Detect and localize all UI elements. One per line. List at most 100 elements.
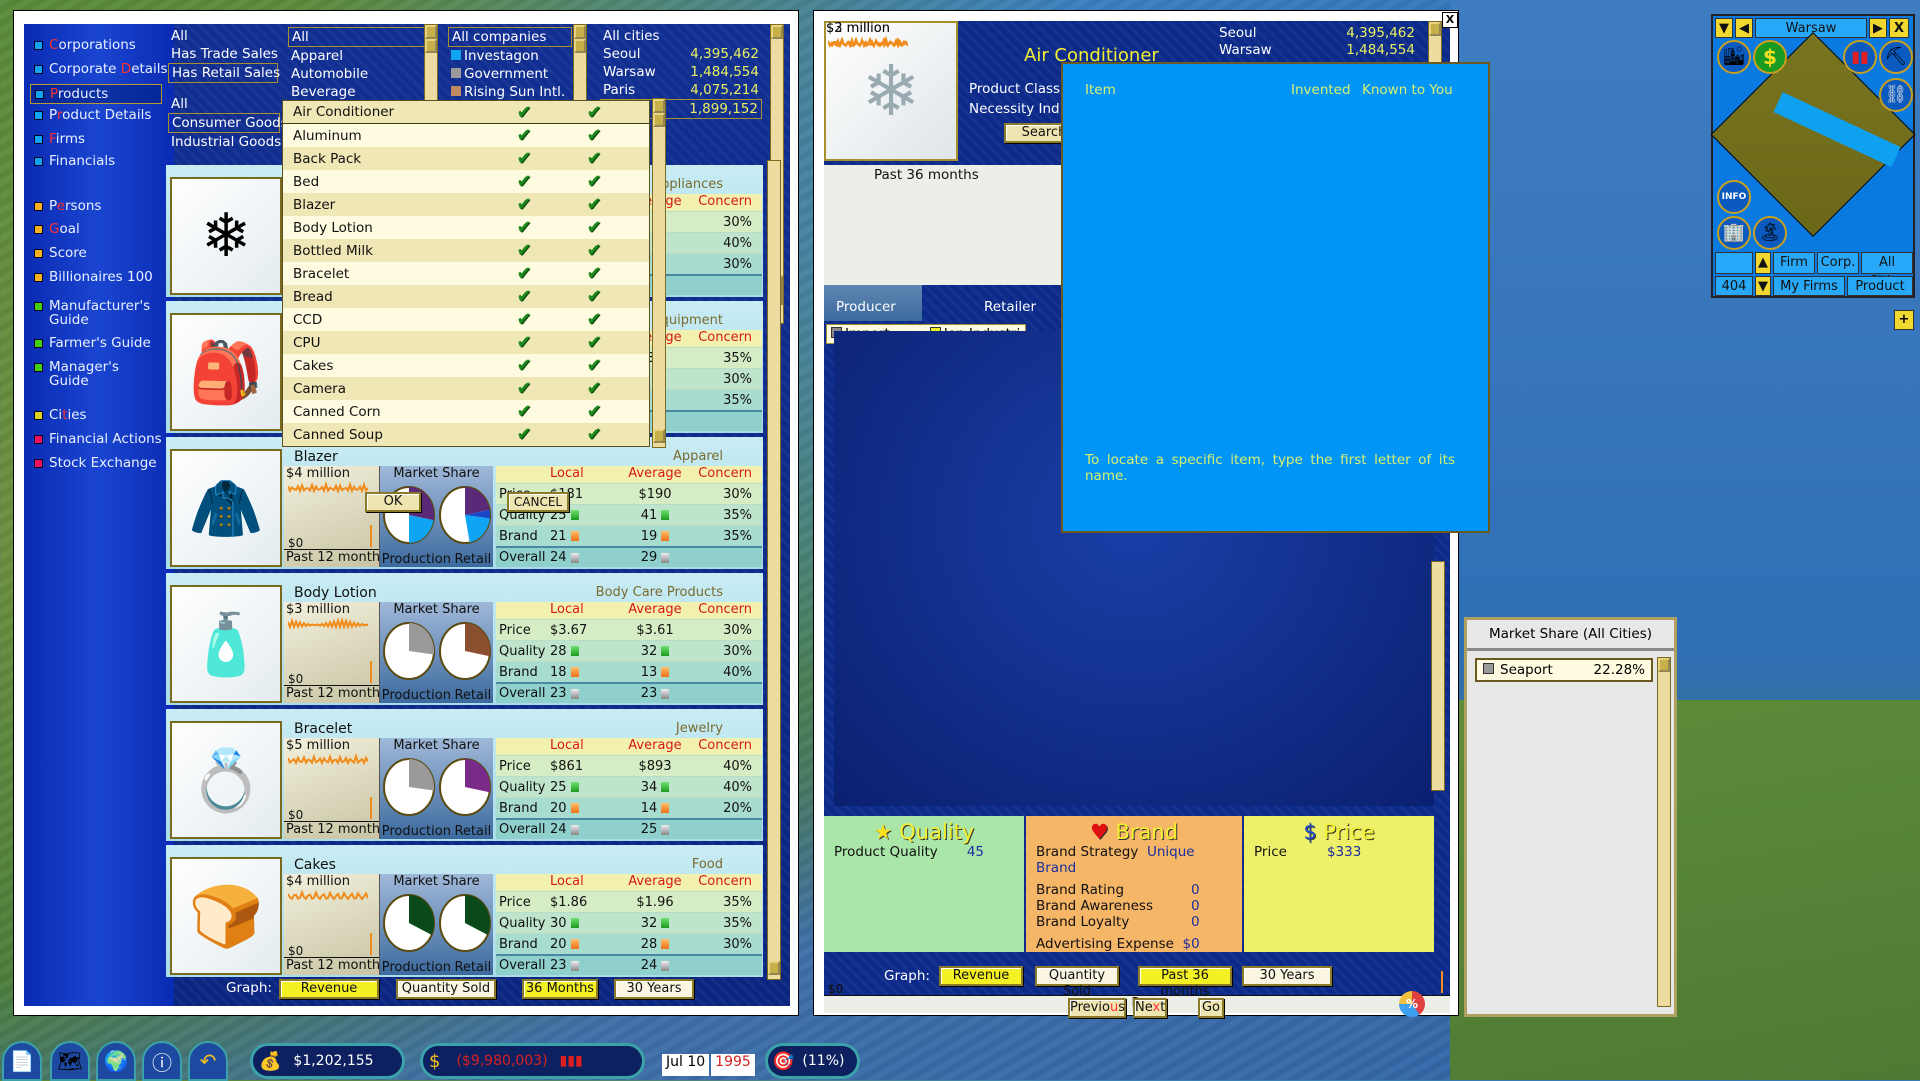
undo-icon[interactable]: ↶: [188, 1041, 228, 1081]
chart-icon[interactable]: ▮▮: [1843, 40, 1877, 74]
dropdown-item[interactable]: Blazer ✔ ✔: [283, 193, 649, 216]
product-dropdown-list[interactable]: Air Conditioner ✔ ✔ Aluminum ✔ ✔ Back Pack ✔ ✔ Be…: [282, 100, 650, 447]
dropdown-scrollbar[interactable]: [652, 98, 666, 448]
detail-past-36-months-button[interactable]: Past 36 months: [1138, 966, 1232, 999]
sidebar-item[interactable]: Farmer's Guide: [34, 336, 159, 350]
dropdown-item[interactable]: Air Conditioner ✔ ✔: [283, 101, 649, 124]
company-scrollbar[interactable]: [573, 24, 587, 102]
sidebar-item[interactable]: Products: [30, 84, 162, 104]
plus-button[interactable]: +: [1894, 310, 1914, 330]
revenue-graph[interactable]: $4 million $0 Past 12 months: [284, 466, 387, 567]
dropdown-item[interactable]: Camera ✔ ✔: [283, 377, 649, 400]
filter-option[interactable]: Has Trade Sales: [168, 45, 278, 63]
detail-30-years-button[interactable]: 30 Years: [1242, 966, 1332, 986]
scroll-down-button[interactable]: ▼: [1755, 276, 1771, 296]
product-card[interactable]: 🍞 Cakes Food $4 million $0 Past 12 months Mark…: [166, 845, 763, 977]
island-icon[interactable]: 🏝: [1753, 216, 1787, 250]
goal-display[interactable]: 🎯 (11%): [765, 1043, 860, 1079]
my-firms-button[interactable]: My Firms: [1773, 276, 1845, 296]
filter-option[interactable]: Apparel: [288, 47, 428, 65]
sidebar-item[interactable]: Persons: [34, 199, 101, 213]
city-view-scrollbar[interactable]: [1431, 561, 1445, 791]
dropdown-item[interactable]: Body Lotion ✔ ✔: [283, 216, 649, 239]
next-button[interactable]: Next: [1133, 998, 1167, 1018]
sidebar-item[interactable]: Corporations: [34, 38, 136, 52]
product-card[interactable]: 🧴 Body Lotion Body Care Products $3 million…: [166, 573, 763, 705]
market-share-item[interactable]: Seaport 22.28%: [1475, 658, 1653, 682]
sidebar-item[interactable]: Financials: [34, 154, 115, 168]
product-name[interactable]: Body Lotion: [294, 585, 377, 601]
cancel-button[interactable]: CANCEL: [507, 492, 569, 512]
link-icon[interactable]: ⛓: [1879, 78, 1913, 112]
pickaxe-icon[interactable]: ⛏: [1879, 40, 1913, 74]
percent-icon[interactable]: %: [1399, 991, 1425, 1017]
company-option[interactable]: Investagon: [448, 47, 572, 65]
company-option[interactable]: Rising Sun Intl.: [448, 83, 572, 101]
graph-quantity-sold-button[interactable]: Quantity Sold: [396, 979, 496, 999]
info-icon[interactable]: ⓘ: [142, 1041, 182, 1081]
product-name[interactable]: Bracelet: [294, 721, 352, 737]
collapse-down-button[interactable]: ▼: [1715, 18, 1733, 38]
dropdown-item[interactable]: Bed ✔ ✔: [283, 170, 649, 193]
filter-option[interactable]: All: [168, 27, 278, 45]
sidebar-item[interactable]: Firms: [34, 132, 85, 146]
building-icon[interactable]: 🏢: [1717, 216, 1751, 250]
product-button[interactable]: Product: [1847, 276, 1913, 296]
date-display[interactable]: Jul 10 1995: [662, 1054, 755, 1076]
filter-option[interactable]: Automobile: [288, 65, 428, 83]
dropdown-item[interactable]: Cakes ✔ ✔: [283, 354, 649, 377]
market-share-scrollbar[interactable]: [1657, 657, 1671, 1007]
dropdown-item[interactable]: CPU ✔ ✔: [283, 331, 649, 354]
dropdown-item[interactable]: Bread ✔ ✔: [283, 285, 649, 308]
detail-quantity-sold-button[interactable]: Quantity Sold: [1035, 966, 1119, 999]
dropdown-item[interactable]: Canned Corn ✔ ✔: [283, 400, 649, 423]
city-buildings-icon[interactable]: 🏙: [1717, 40, 1751, 74]
prev-city-button[interactable]: ◀: [1735, 18, 1753, 38]
corp-button[interactable]: Corp.: [1817, 252, 1859, 274]
map-icon[interactable]: 🗺: [50, 1041, 90, 1081]
city-option[interactable]: Seoul 4,395,462: [600, 45, 762, 63]
firm-button[interactable]: Firm: [1773, 252, 1815, 274]
sidebar-item[interactable]: Financial Actions: [34, 432, 162, 446]
products-scrollbar[interactable]: [767, 160, 781, 980]
sidebar-item[interactable]: Manufacturer's Guide: [34, 299, 159, 327]
category-scrollbar[interactable]: [424, 24, 438, 102]
info-button[interactable]: INFO: [1717, 180, 1751, 214]
dropdown-item[interactable]: CCD ✔ ✔: [283, 308, 649, 331]
sidebar-item[interactable]: Corporate Details: [34, 62, 168, 76]
go-button[interactable]: Go: [1198, 998, 1224, 1018]
detail-city-row[interactable]: Warsaw 1,484,554: [1219, 42, 1429, 59]
dropdown-item[interactable]: Aluminum ✔ ✔: [283, 124, 649, 147]
all-cities-button[interactable]: All Cities: [1861, 252, 1913, 289]
close-minimap-button[interactable]: X: [1889, 18, 1909, 38]
product-card[interactable]: 🧥 Blazer Apparel $4 million $0 Past 12 months…: [166, 437, 763, 569]
sidebar-item[interactable]: Goal: [34, 222, 80, 236]
profit-display[interactable]: $ ($9,980,003) ▮▮▮: [420, 1043, 645, 1079]
dropdown-item[interactable]: Bottled Milk ✔ ✔: [283, 239, 649, 262]
filter-option[interactable]: Industrial Goods: [168, 133, 281, 151]
product-name[interactable]: Blazer: [294, 449, 338, 465]
sidebar-item[interactable]: Stock Exchange: [34, 456, 157, 470]
next-city-button[interactable]: ▶: [1869, 18, 1887, 38]
scroll-up-button[interactable]: ▲: [1755, 252, 1771, 274]
revenue-graph[interactable]: $3 million $0 Past 12 months: [284, 602, 387, 703]
city-option[interactable]: Warsaw 1,484,554: [600, 63, 762, 81]
sidebar-item[interactable]: Product Details: [34, 108, 151, 122]
revenue-graph[interactable]: $4 million $0 Past 12 months: [284, 874, 387, 975]
product-card[interactable]: 💍 Bracelet Jewelry $5 million $0 Past 12 mont…: [166, 709, 763, 841]
detail-revenue-button[interactable]: Revenue: [939, 966, 1023, 986]
detail-city-row[interactable]: Seoul 4,395,462: [1219, 25, 1429, 42]
filter-option[interactable]: Has Retail Sales: [168, 63, 280, 83]
filter-option[interactable]: All: [168, 95, 280, 113]
cash-display[interactable]: 💰 $1,202,155: [250, 1043, 405, 1079]
revenue-graph[interactable]: $5 million $0 Past 12 months: [284, 738, 387, 839]
company-option[interactable]: All companies: [448, 27, 572, 47]
sidebar-item[interactable]: Billionaires 100: [34, 270, 153, 284]
ok-button[interactable]: OK: [365, 492, 421, 512]
graph-revenue-button[interactable]: Revenue: [279, 979, 379, 999]
product-name[interactable]: Cakes: [294, 857, 336, 873]
dropdown-item[interactable]: Canned Soup ✔ ✔: [283, 423, 649, 446]
previous-button[interactable]: Previous: [1068, 998, 1126, 1018]
globe-icon[interactable]: 🌍: [96, 1041, 136, 1081]
city-option[interactable]: Paris 4,075,214: [600, 81, 762, 99]
